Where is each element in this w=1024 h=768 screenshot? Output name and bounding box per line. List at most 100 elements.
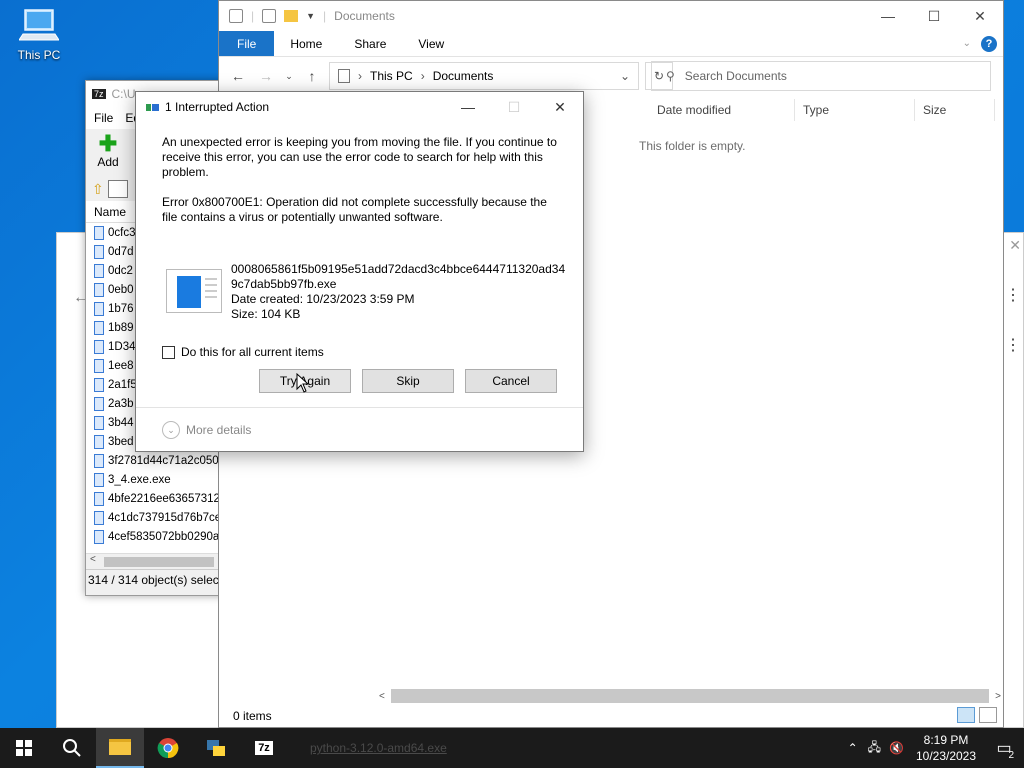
up-arrow-icon[interactable]: ↑ (301, 68, 323, 84)
file-name: 3bed (108, 435, 134, 448)
close-button[interactable]: ✕ (957, 1, 1003, 31)
properties-icon[interactable] (229, 9, 243, 23)
scroll-right-icon[interactable]: > (995, 691, 1001, 702)
checkmark-icon[interactable] (262, 9, 277, 23)
explorer-title: Documents (334, 9, 395, 23)
notification-count: 2 (1008, 750, 1014, 761)
scroll-thumb[interactable] (104, 557, 214, 567)
maximize-button[interactable]: ☐ (911, 1, 957, 31)
explorer-titlebar[interactable]: | ▼ | Documents — ☐ ✕ (219, 1, 1003, 31)
volume-muted-icon[interactable]: 🔇 (885, 741, 908, 755)
minimize-button[interactable]: — (865, 1, 911, 31)
ribbon-tabs: File Home Share View ⌄ ? (219, 31, 1003, 57)
breadcrumb-documents[interactable]: Documents (433, 69, 494, 83)
move-file-icon (146, 103, 159, 111)
new-folder-icon[interactable] (284, 10, 299, 22)
skip-button[interactable]: Skip (362, 369, 454, 393)
scroll-thumb[interactable] (390, 689, 990, 703)
this-pc-label: This PC (17, 48, 61, 62)
breadcrumb-separator-icon: › (420, 69, 425, 83)
tab-view[interactable]: View (402, 31, 460, 56)
column-size[interactable]: Size (915, 99, 995, 121)
file-row[interactable]: 4bfe2216ee63657312 (86, 489, 224, 508)
file-icon (94, 434, 104, 449)
large-icons-view-icon[interactable] (979, 707, 997, 723)
network-icon[interactable]: 🖧 (864, 738, 885, 759)
this-pc-desktop-icon[interactable]: This PC (12, 8, 66, 62)
cancel-button[interactable]: Cancel (465, 369, 557, 393)
maximize-button[interactable]: ☐ (491, 92, 537, 122)
ghost-window-text: python-3.12.0-amd64.exe (310, 741, 447, 755)
details-view-icon[interactable] (957, 707, 975, 723)
address-bar[interactable]: › This PC › Documents ⌄ (329, 62, 639, 90)
7zip-icon: 7z (92, 89, 106, 99)
file-name: 1D34 (108, 340, 136, 353)
recent-locations-icon[interactable]: ⌄ (283, 71, 295, 82)
forward-arrow-icon[interactable]: → (255, 68, 277, 84)
breadcrumb-this-pc[interactable]: This PC (370, 69, 413, 83)
search-input[interactable]: ⚲ Search Documents (651, 61, 991, 91)
file-icon (94, 301, 104, 316)
start-button[interactable] (0, 728, 48, 768)
file-name: 3f2781d44c71a2c050 (108, 454, 219, 467)
search-placeholder: Search Documents (684, 69, 787, 83)
file-row[interactable]: 4cef5835072bb0290a (86, 527, 224, 546)
tab-file[interactable]: File (219, 31, 275, 56)
file-name: 1b89 (108, 321, 134, 334)
computer-icon (18, 8, 60, 44)
taskbar-file-explorer[interactable] (96, 728, 144, 768)
help-icon[interactable]: ? (981, 35, 997, 52)
tab-home[interactable]: Home (274, 31, 338, 56)
file-icon (94, 472, 104, 487)
folder-up-icon[interactable]: ⇧ (92, 181, 104, 198)
horizontal-scrollbar[interactable]: < (86, 553, 224, 569)
horizontal-scrollbar[interactable]: < > (379, 687, 1001, 705)
scroll-left-icon[interactable]: < (90, 554, 96, 565)
file-icon (94, 320, 104, 335)
menu-file[interactable]: File (94, 111, 113, 125)
clock[interactable]: 8:19 PM 10/23/2023 (908, 732, 984, 764)
file-icon (94, 339, 104, 354)
file-name: 3_4.exe.exe (108, 473, 171, 486)
file-name: 0eb0 (108, 283, 134, 296)
chevron-down-icon[interactable]: ⌄ (620, 69, 638, 83)
file-name: 0cfc3 (108, 226, 136, 239)
window-controls: — ☐ ✕ (865, 1, 1003, 31)
chevron-down-icon[interactable]: ▼ (306, 11, 315, 21)
taskbar-python-installer[interactable] (192, 728, 240, 768)
back-arrow-icon[interactable]: ← (227, 68, 249, 84)
close-icon[interactable]: ✕ (1009, 237, 1021, 254)
search-button[interactable] (48, 728, 96, 768)
file-row[interactable]: 4c1dc737915d76b7ce (86, 508, 224, 527)
tab-share[interactable]: Share (338, 31, 402, 56)
do-this-for-all-checkbox[interactable]: Do this for all current items (162, 345, 324, 359)
file-row[interactable]: 3_4.exe.exe (86, 470, 224, 489)
taskbar-7zip[interactable]: 7z (240, 728, 288, 768)
notifications-button[interactable]: ▭ 2 (984, 738, 1024, 761)
more-icon[interactable]: ⋮ (1005, 285, 1021, 305)
file-icon (94, 225, 104, 240)
file-row[interactable]: 3f2781d44c71a2c050 (86, 451, 224, 470)
file-icon (94, 377, 104, 392)
chevron-up-icon[interactable]: ⌃ (842, 741, 864, 755)
checkbox-box[interactable] (162, 345, 175, 359)
add-button[interactable]: ✚ Add (94, 133, 122, 170)
minimize-button[interactable]: — (445, 92, 491, 122)
interrupted-action-dialog[interactable]: 1 Interrupted Action — ☐ ✕ An unexpected… (135, 91, 584, 452)
file-name: 1b76 (108, 302, 134, 315)
explorer-status: 0 items (233, 709, 272, 723)
7zip-title: C:\U (111, 87, 136, 101)
close-button[interactable]: ✕ (537, 92, 583, 122)
taskbar-chrome[interactable] (144, 728, 192, 768)
date-created: Date created: 10/23/2023 3:59 PM (231, 292, 415, 306)
scroll-left-icon[interactable]: < (379, 691, 385, 702)
column-type[interactable]: Type (795, 99, 915, 121)
more-details-toggle[interactable]: ⌄ More details (162, 421, 251, 439)
breadcrumb-separator-icon: › (358, 69, 362, 83)
path-box[interactable] (107, 180, 128, 198)
column-date-modified[interactable]: Date modified (649, 99, 795, 121)
dialog-window-controls: — ☐ ✕ (445, 92, 583, 122)
more-icon[interactable]: ⋮ (1005, 335, 1021, 355)
file-name: 0dc2 (108, 264, 133, 277)
expand-ribbon-icon[interactable]: ⌄ (963, 38, 971, 49)
